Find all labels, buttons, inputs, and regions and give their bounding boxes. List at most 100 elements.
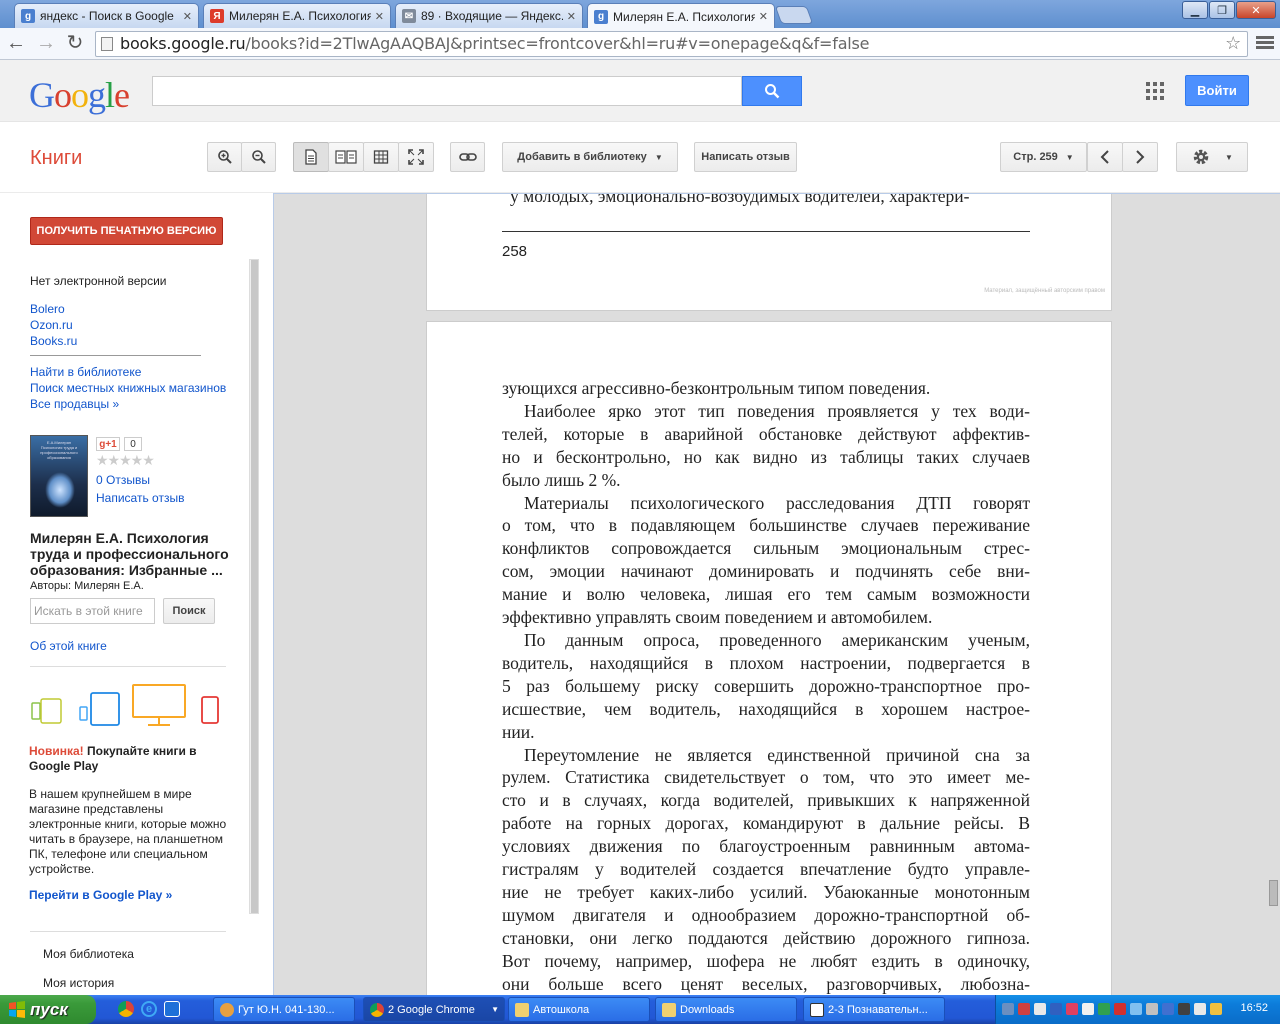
search-input[interactable]: [152, 76, 742, 106]
google-logo[interactable]: Google: [29, 74, 130, 116]
write-review-link[interactable]: Написать отзыв: [96, 491, 184, 505]
quicklaunch-icon[interactable]: [164, 1001, 180, 1017]
new-tab-button[interactable]: [774, 6, 814, 24]
book-viewer[interactable]: у молодых, эмоционально-возбудимых водит…: [273, 193, 1280, 995]
zoom-out-button[interactable]: [241, 142, 276, 172]
tray-icon[interactable]: [1114, 1003, 1126, 1015]
search-button[interactable]: [742, 76, 802, 106]
book-cover-image[interactable]: Е.А.Милерян Психология труда и профессион…: [30, 435, 88, 517]
minimize-button[interactable]: ▁: [1182, 1, 1208, 19]
reload-icon[interactable]: ↻: [63, 32, 87, 54]
browser-tab-active[interactable]: g Милерян Е.А. Психология т ✕: [587, 3, 775, 29]
add-to-library-label: Добавить в библиотеку: [517, 151, 647, 163]
close-tab-icon[interactable]: ✕: [759, 10, 768, 23]
tray-icon[interactable]: [1130, 1003, 1142, 1015]
rating-stars-icon: ★★★★★: [96, 452, 155, 468]
taskbar-item[interactable]: 2-3 Познавательн...: [803, 997, 945, 1022]
divider: [30, 666, 226, 667]
tray-icon[interactable]: [1050, 1003, 1062, 1015]
fullscreen-button[interactable]: [398, 142, 434, 172]
search-in-book-button[interactable]: Поиск: [163, 598, 215, 624]
books-title[interactable]: Книги: [30, 147, 82, 170]
page-icon: [101, 37, 113, 51]
browser-toolbar: ← → ↻ books.google.ru/books?id=2TlwAgAAQ…: [0, 28, 1280, 60]
back-arrow-icon[interactable]: ←: [4, 32, 28, 54]
find-in-library-link[interactable]: Найти в библиотеке: [30, 365, 141, 379]
chrome-menu-icon[interactable]: [1256, 34, 1274, 52]
tray-icon[interactable]: [1018, 1003, 1030, 1015]
text-line: 5 раз большему риску совершить дорожно-т…: [502, 675, 1030, 696]
text-line: шумом двигателя и однообразием дорожно-т…: [502, 904, 1030, 925]
browser-tab[interactable]: ✉ 89 · Входящие — Яндекс.П ✕: [395, 3, 583, 28]
page-text: зующихся агрессивно-безконтрольным типом…: [502, 377, 1030, 995]
next-page-button[interactable]: [1122, 142, 1158, 172]
tray-icon[interactable]: [1082, 1003, 1094, 1015]
search-in-book-input[interactable]: Искать в этой книге: [30, 598, 155, 624]
tray-icon[interactable]: [1162, 1003, 1174, 1015]
local-stores-link[interactable]: Поиск местных книжных магазинов: [30, 381, 226, 395]
apps-grid-icon[interactable]: [1146, 82, 1164, 100]
google-play-link[interactable]: Перейти в Google Play »: [29, 888, 172, 902]
start-button[interactable]: пуск: [0, 995, 96, 1024]
chevron-left-icon: [1100, 150, 1109, 164]
text-line: они больше всего ценят веселых, разговор…: [502, 973, 1030, 994]
add-to-library-button[interactable]: Добавить в библиотеку ▼: [502, 142, 678, 172]
single-page-view-button[interactable]: [293, 142, 329, 172]
text-line: Переутомление не является единственной п…: [524, 744, 1030, 765]
tray-icon[interactable]: [1002, 1003, 1014, 1015]
store-link-books[interactable]: Books.ru: [30, 334, 77, 348]
page-text: у молодых, эмоционально-возбудимых водит…: [502, 194, 1030, 208]
taskbar-item[interactable]: Downloads: [655, 997, 797, 1022]
sidebar-scrollbar[interactable]: [249, 259, 259, 914]
all-sellers-link[interactable]: Все продавцы »: [30, 397, 119, 411]
two-page-view-button[interactable]: [328, 142, 364, 172]
tray-icon[interactable]: [1194, 1003, 1206, 1015]
taskbar-item-active[interactable]: 2 Google Chrome ▼: [363, 997, 505, 1022]
thumbnail-view-button[interactable]: [363, 142, 399, 172]
sign-in-button[interactable]: Войти: [1185, 75, 1249, 106]
taskbar-item[interactable]: Автошкола: [508, 997, 650, 1022]
close-tab-icon[interactable]: ✕: [567, 10, 576, 23]
tray-icon[interactable]: [1146, 1003, 1158, 1015]
address-bar[interactable]: books.google.ru/books?id=2TlwAgAAQBAJ&pr…: [95, 31, 1248, 57]
restore-button[interactable]: ❐: [1209, 1, 1235, 19]
bookmark-star-icon[interactable]: ☆: [1225, 32, 1241, 56]
two-page-icon: [335, 150, 357, 164]
viewer-scrollbar-thumb[interactable]: [1269, 880, 1278, 906]
ie-quicklaunch-icon[interactable]: e: [141, 1001, 157, 1017]
tray-icon[interactable]: [1034, 1003, 1046, 1015]
store-link-ozon[interactable]: Ozon.ru: [30, 318, 73, 332]
close-window-button[interactable]: ✕: [1236, 1, 1276, 19]
zoom-in-icon: [217, 150, 232, 164]
browser-tab[interactable]: g яндекс - Поиск в Google ✕: [14, 3, 199, 28]
tab-title: 89 · Входящие — Яндекс.П: [421, 9, 563, 23]
text-line: сто и в случаях, когда водителей, привык…: [502, 790, 1030, 811]
write-review-button[interactable]: Написать отзыв: [694, 142, 797, 172]
taskbar-item[interactable]: Гут Ю.Н. 041-130...: [213, 997, 355, 1022]
my-history-link[interactable]: Моя история: [43, 976, 114, 990]
prev-page-button[interactable]: [1087, 142, 1123, 172]
chrome-quicklaunch-icon[interactable]: [118, 1001, 134, 1017]
tray-icon[interactable]: [1178, 1003, 1190, 1015]
forward-arrow-icon[interactable]: →: [34, 32, 58, 54]
reviews-count-link[interactable]: 0 Отзывы: [96, 473, 150, 487]
books-toolbar: Книги Добавить в библиотеку ▼ Написать о…: [0, 122, 1280, 193]
tray-icon[interactable]: [1210, 1003, 1222, 1015]
about-book-link[interactable]: Об этой книге: [30, 639, 107, 653]
clock: 16:52: [1240, 1002, 1268, 1014]
close-tab-icon[interactable]: ✕: [375, 10, 384, 23]
tray-icon[interactable]: [1066, 1003, 1078, 1015]
my-library-link[interactable]: Моя библиотека: [43, 947, 134, 961]
mail-favicon-icon: ✉: [402, 9, 416, 23]
divider: [30, 355, 201, 356]
page-select-button[interactable]: Стр. 259 ▼: [1000, 142, 1087, 172]
store-link-bolero[interactable]: Bolero: [30, 302, 65, 316]
link-button[interactable]: [450, 142, 485, 172]
tray-icon[interactable]: [1098, 1003, 1110, 1015]
browser-tab[interactable]: Я Милерян Е.А. Психология т ✕: [203, 3, 391, 28]
google-plus-button[interactable]: g+1: [96, 437, 120, 451]
zoom-in-button[interactable]: [207, 142, 242, 172]
settings-button[interactable]: ▼: [1176, 142, 1248, 172]
get-print-version-button[interactable]: ПОЛУЧИТЬ ПЕЧАТНУЮ ВЕРСИЮ: [30, 217, 223, 245]
close-tab-icon[interactable]: ✕: [183, 10, 192, 23]
